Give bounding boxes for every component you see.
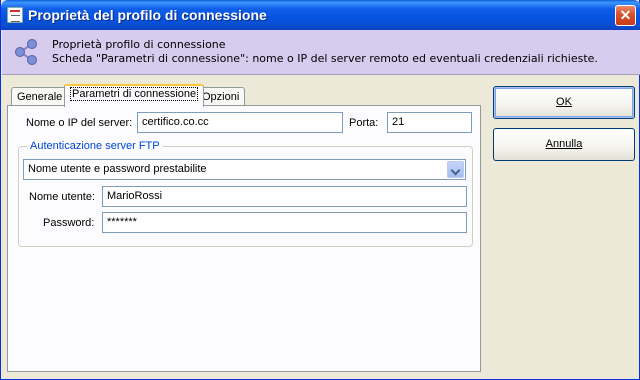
dialog-window: Proprietà del profilo di connessione ✕ P…: [0, 0, 640, 380]
dialog-header: Proprietà profilo di connessione Scheda …: [2, 30, 640, 74]
header-divider: [2, 74, 640, 75]
share-network-icon: [15, 39, 37, 65]
tab-label: Parametri di connessione: [70, 87, 199, 101]
header-description: Scheda "Parametri di connessione": nome …: [52, 52, 598, 65]
cancel-label: Annulla: [545, 138, 583, 150]
ok-label: OK: [556, 96, 572, 108]
ok-button[interactable]: OK: [493, 86, 635, 119]
close-button[interactable]: ✕: [615, 5, 636, 26]
cancel-button[interactable]: Annulla: [493, 128, 635, 161]
tab-label: Generale: [17, 91, 63, 103]
title-bar[interactable]: Proprietà del profilo di connessione ✕: [1, 0, 640, 30]
profile-window-icon: [7, 7, 23, 23]
tab-panel: [7, 105, 481, 372]
window-title: Proprietà del profilo di connessione: [28, 7, 267, 23]
tab-generale[interactable]: Generale: [11, 87, 69, 106]
tab-parametri-di-connessione[interactable]: Parametri di connessione: [64, 84, 205, 107]
header-title: Proprietà profilo di connessione: [52, 38, 226, 51]
close-icon: ✕: [619, 7, 632, 23]
tab-label: Opzioni: [202, 91, 240, 103]
